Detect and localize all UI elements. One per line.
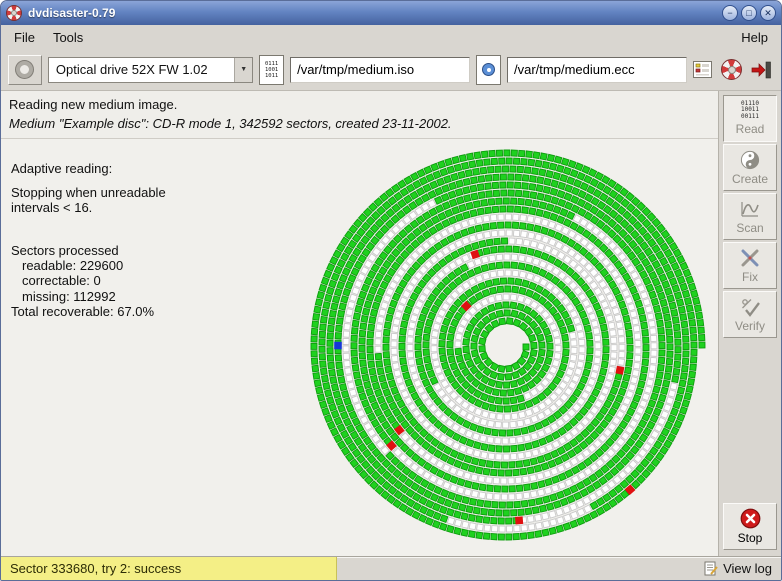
yin-yang-icon — [740, 150, 760, 170]
body: Reading new medium image. Medium "Exampl… — [1, 91, 781, 556]
image-file-icon: 0111 1001 1011 — [259, 55, 284, 85]
menu-help[interactable]: Help — [732, 27, 777, 48]
view-log-button[interactable]: View log — [695, 557, 781, 580]
drive-icon — [16, 61, 33, 78]
close-button[interactable]: ✕ — [760, 5, 776, 21]
stop-label: Stop — [738, 531, 763, 545]
total-recoverable: Total recoverable: 67.0% — [11, 304, 293, 319]
titlebar[interactable]: dvdisaster-0.79 − □ ✕ — [1, 1, 781, 25]
adaptive-reading-title: Adaptive reading: — [11, 161, 293, 176]
drive-select[interactable]: Optical drive 52X FW 1.02 — [48, 57, 253, 83]
scan-label: Scan — [736, 221, 763, 235]
exit-arrow-icon — [751, 60, 772, 80]
missing-count: missing: 112992 — [11, 289, 293, 304]
binary-icon: 01110 10011 00111 — [741, 101, 759, 121]
lifebelt-icon — [721, 59, 742, 80]
menubar: File Tools Help — [1, 25, 781, 49]
app-window: dvdisaster-0.79 − □ ✕ File Tools Help Op… — [0, 0, 782, 581]
statusbar: Sector 333680, try 2: success View log — [1, 556, 781, 580]
readable-count: readable: 229600 — [11, 258, 293, 273]
tools-icon — [740, 248, 760, 268]
stopping-condition-line2: intervals < 16. — [11, 200, 293, 215]
action-sidebar: 01110 10011 00111 Read Create — [719, 91, 781, 556]
drive-select-value: Optical drive 52X FW 1.02 — [49, 62, 234, 77]
ecc-file-input[interactable] — [507, 57, 687, 83]
toolbar-right-icons — [693, 59, 774, 80]
preferences-icon — [693, 61, 712, 78]
read-button[interactable]: 01110 10011 00111 Read — [723, 95, 777, 142]
spiral-area — [293, 139, 718, 556]
view-log-label: View log — [723, 561, 772, 576]
fix-button[interactable]: Fix — [723, 242, 777, 289]
scan-button[interactable]: Scan — [723, 193, 777, 240]
info-panel: Adaptive reading: Stopping when unreadab… — [1, 139, 293, 556]
create-button[interactable]: Create — [723, 144, 777, 191]
verify-label: Verify — [735, 319, 765, 333]
window-title: dvdisaster-0.79 — [28, 6, 115, 20]
fix-label: Fix — [742, 270, 758, 284]
status-line-1: Reading new medium image. — [9, 96, 710, 115]
app-icon — [6, 5, 22, 21]
stop-icon — [740, 508, 761, 529]
toolbar: Optical drive 52X FW 1.02 0111 1001 1011 — [1, 49, 781, 91]
preferences-button[interactable] — [693, 61, 712, 78]
content-area: Reading new medium image. Medium "Exampl… — [1, 91, 719, 556]
sector-spiral — [299, 140, 713, 554]
maximize-button[interactable]: □ — [741, 5, 757, 21]
stop-button[interactable]: Stop — [723, 503, 777, 550]
menu-tools[interactable]: Tools — [44, 27, 92, 48]
window-controls: − □ ✕ — [722, 5, 776, 21]
menu-file[interactable]: File — [5, 27, 44, 48]
verify-button[interactable]: Verify — [723, 291, 777, 338]
status-header: Reading new medium image. Medium "Exampl… — [1, 91, 718, 139]
chevron-down-icon[interactable] — [234, 58, 252, 82]
reading-view: Adaptive reading: Stopping when unreadab… — [1, 139, 718, 556]
help-button[interactable] — [721, 59, 742, 80]
sectors-processed-title: Sectors processed — [11, 243, 293, 258]
minimize-button[interactable]: − — [722, 5, 738, 21]
read-label: Read — [736, 122, 765, 136]
stopping-condition-line1: Stopping when unreadable — [11, 185, 293, 200]
quit-button[interactable] — [751, 60, 772, 80]
medium-info-line: Medium "Example disc": CD-R mode 1, 3425… — [9, 115, 710, 134]
drive-icon-button[interactable] — [8, 55, 42, 85]
disc-icon — [482, 63, 495, 76]
log-page-icon — [704, 561, 718, 576]
ecc-file-icon — [476, 55, 501, 85]
scan-curve-icon — [740, 199, 760, 219]
create-label: Create — [732, 172, 768, 186]
checkmark-icon — [740, 297, 760, 317]
status-message: Sector 333680, try 2: success — [1, 557, 337, 580]
image-file-input[interactable] — [290, 57, 470, 83]
correctable-count: correctable: 0 — [11, 273, 293, 288]
